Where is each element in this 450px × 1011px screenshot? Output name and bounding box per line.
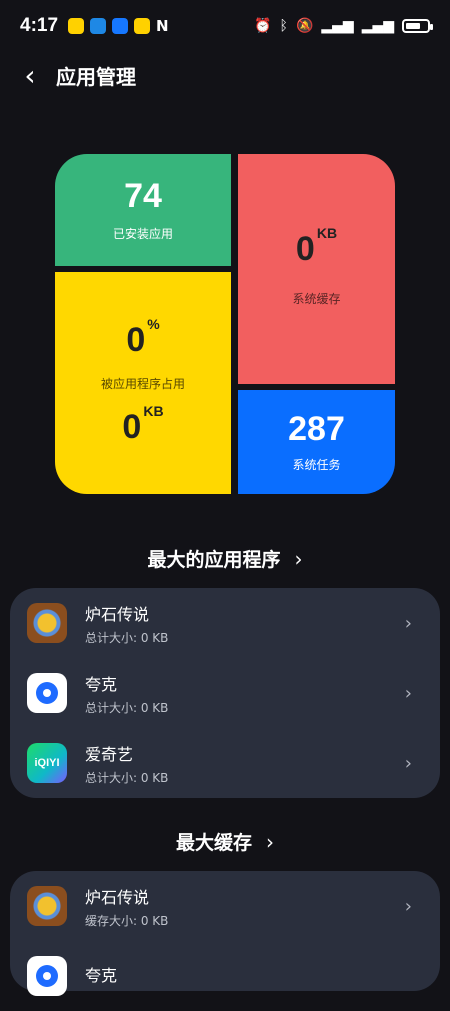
list-item[interactable]: 夸克 总计大小: 0 KB › <box>10 658 440 728</box>
largest-apps-list: 炉石传说 总计大小: 0 KB › 夸克 总计大小: 0 KB › iQIYI … <box>10 588 440 798</box>
page-title: 应用管理 <box>56 64 136 89</box>
system-cache-label: 系统缓存 <box>292 291 341 306</box>
system-cache-value: 0 <box>295 229 315 268</box>
largest-apps-title: 最大的应用程序 <box>147 549 281 571</box>
message-icon <box>90 18 107 34</box>
app-usage-percent-value: 0 <box>126 320 146 359</box>
mute-icon: 🔕 <box>295 18 314 34</box>
clock: 4:17 <box>20 15 59 36</box>
app-name: 炉石传说 <box>85 887 150 907</box>
back-button[interactable]: ‹ <box>10 55 50 95</box>
chevron-right-icon: › <box>404 752 412 774</box>
hearthstone-icon <box>27 603 67 643</box>
quark-icon <box>27 673 67 713</box>
system-cache-tile[interactable]: 0 KB 系统缓存 <box>238 154 395 384</box>
storage-stats-grid: 74 已安装应用 0% 被应用程序占用 0 KB 0 KB 系统缓存 287 系统任… <box>55 154 395 494</box>
app-usage-percent: 0% <box>126 317 159 359</box>
largest-apps-header[interactable]: 最大的应用程序 › <box>0 545 450 572</box>
bluetooth-icon: ᛒ <box>279 18 288 34</box>
alipay-icon <box>112 18 129 34</box>
list-item[interactable]: iQIYI 爱奇艺 总计大小: 0 KB › <box>10 728 440 798</box>
largest-cache-title: 最大缓存 <box>175 832 252 854</box>
chevron-right-icon: › <box>294 546 303 571</box>
app-usage-percent-unit: % <box>147 315 160 332</box>
app-usage-tile[interactable]: 0% 被应用程序占用 0 KB <box>55 272 231 494</box>
system-tasks-label: 系统任务 <box>292 457 341 472</box>
app-name: 夸克 <box>85 966 118 985</box>
chevron-right-icon: › <box>404 895 412 917</box>
nfc-icon: N <box>156 17 169 35</box>
app-name: 夸克 <box>85 674 118 694</box>
app-size: 总计大小: 0 KB <box>85 700 169 715</box>
system-tasks-count: 287 <box>288 409 345 448</box>
app-usage-label: 被应用程序占用 <box>100 376 185 391</box>
hearthstone-icon <box>27 886 67 926</box>
header: ‹ 应用管理 <box>0 55 450 95</box>
chevron-right-icon: › <box>404 612 412 634</box>
app-size: 总计大小: 0 KB <box>85 770 169 785</box>
chevron-right-icon: › <box>404 682 412 704</box>
battery-icon <box>402 19 433 33</box>
app-name: 炉石传说 <box>85 604 150 624</box>
system-tasks-tile[interactable]: 287 系统任务 <box>238 390 395 494</box>
app-size: 总计大小: 0 KB <box>85 630 169 645</box>
app-usage-size-value: 0 <box>122 407 142 446</box>
largest-cache-list: 炉石传说 缓存大小: 0 KB › 夸克 <box>10 871 440 996</box>
meituan-icon <box>68 18 85 34</box>
list-item[interactable]: 炉石传说 总计大小: 0 KB › <box>10 588 440 658</box>
installed-apps-tile[interactable]: 74 已安装应用 <box>55 154 231 266</box>
app-name: 爱奇艺 <box>85 744 134 764</box>
signal-icon: ▂▄▆ <box>321 18 354 34</box>
installed-apps-count: 74 <box>124 176 162 215</box>
largest-cache-header[interactable]: 最大缓存 › <box>0 828 450 855</box>
status-bar: 4:17 N ⏰ ᛒ 🔕 ▂▄▆ ▂▄▆ <box>0 0 450 52</box>
alarm-icon: ⏰ <box>254 18 272 34</box>
list-item[interactable]: 炉石传说 缓存大小: 0 KB › <box>10 871 440 941</box>
list-item[interactable]: 夸克 <box>10 941 440 1011</box>
cache-size: 缓存大小: 0 KB <box>85 913 169 928</box>
signal-icon: ▂▄▆ <box>361 18 394 34</box>
system-cache-unit: KB <box>316 224 338 241</box>
meituan-icon <box>134 18 151 34</box>
quark-icon <box>27 956 67 996</box>
app-usage-size: 0 KB <box>122 404 163 446</box>
iqiyi-icon: iQIYI <box>27 743 67 783</box>
installed-apps-label: 已安装应用 <box>112 226 173 241</box>
chevron-left-icon: ‹ <box>24 58 36 92</box>
system-cache-size: 0 KB <box>295 226 337 268</box>
app-usage-size-unit: KB <box>143 402 164 419</box>
chevron-right-icon: › <box>266 829 274 854</box>
